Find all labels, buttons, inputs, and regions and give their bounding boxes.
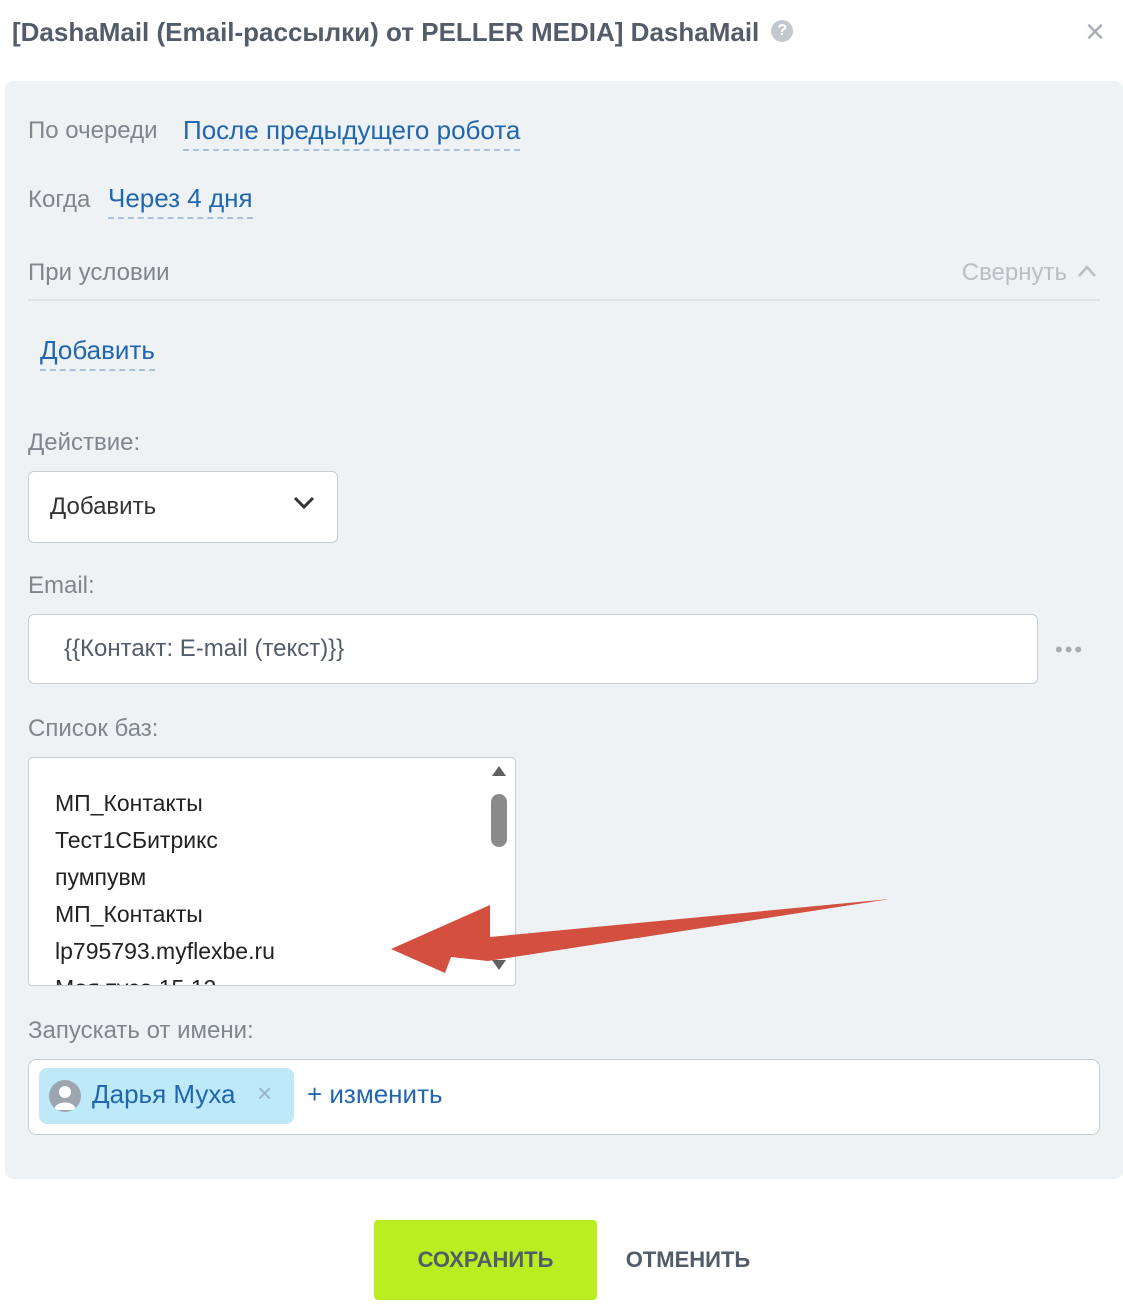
save-button[interactable]: СОХРАНИТЬ — [374, 1220, 597, 1300]
dialog-title-text: [DashaMail (Email-рассылки) от PELLER ME… — [12, 17, 760, 47]
user-chip: Дарья Муха × — [39, 1068, 294, 1124]
action-label: Действие: — [28, 429, 141, 456]
question-circle-icon[interactable]: ? — [771, 20, 794, 43]
action-select[interactable]: Добавить — [28, 471, 338, 543]
close-icon[interactable]: × — [1085, 12, 1105, 52]
robot-settings-panel: По очереди После предыдущего робота Когд… — [5, 81, 1123, 1179]
scrollbar-thumb[interactable] — [491, 794, 507, 847]
list-item[interactable]: lp795793.myflexbe.ru — [55, 933, 275, 970]
when-label: Когда — [28, 186, 91, 213]
divider — [28, 299, 1100, 301]
email-field-value: {{Контакт: E-mail (текст)}} — [64, 635, 345, 662]
email-label: Email: — [28, 572, 95, 599]
action-select-value: Добавить — [50, 493, 157, 520]
list-item[interactable]: Тест1СБитрикс — [55, 822, 275, 859]
databases-items: МП_Контакты Тест1СБитрикс пумпувм МП_Кон… — [55, 785, 275, 985]
list-item[interactable]: Моя туса 15.12 — [55, 970, 275, 985]
when-value-link[interactable]: Через 4 дня — [108, 183, 253, 219]
chevron-down-icon — [293, 496, 315, 510]
change-user-link[interactable]: + изменить — [307, 1079, 443, 1110]
chevron-up-icon — [1078, 264, 1096, 277]
add-condition-link[interactable]: Добавить — [40, 335, 155, 371]
user-name: Дарья Муха — [92, 1079, 236, 1109]
order-label: По очереди — [28, 117, 158, 144]
order-value-link[interactable]: После предыдущего робота — [183, 115, 521, 151]
list-item[interactable]: МП_Контакты — [55, 785, 275, 822]
cancel-button[interactable]: ОТМЕНИТЬ — [612, 1220, 764, 1300]
condition-label: При условии — [28, 259, 170, 286]
dialog-title: [DashaMail (Email-рассылки) от PELLER ME… — [12, 17, 794, 48]
email-field[interactable]: {{Контакт: E-mail (текст)}} — [28, 614, 1038, 684]
scroll-up-arrow-icon[interactable] — [491, 765, 507, 777]
user-avatar-icon — [49, 1080, 81, 1112]
dialog-header: [DashaMail (Email-рассылки) от PELLER ME… — [12, 12, 1111, 56]
list-item[interactable]: пумпувм — [55, 859, 275, 896]
annotation-arrow-icon — [391, 899, 890, 973]
collapse-button[interactable]: Свернуть — [962, 259, 1097, 287]
remove-user-icon[interactable]: × — [257, 1078, 272, 1109]
ellipsis-icon[interactable]: ••• — [1055, 637, 1084, 663]
collapse-label: Свернуть — [961, 259, 1067, 286]
databases-label: Список баз: — [28, 715, 159, 742]
run-as-label: Запускать от имени: — [28, 1017, 254, 1044]
list-item[interactable]: МП_Контакты — [55, 896, 275, 933]
